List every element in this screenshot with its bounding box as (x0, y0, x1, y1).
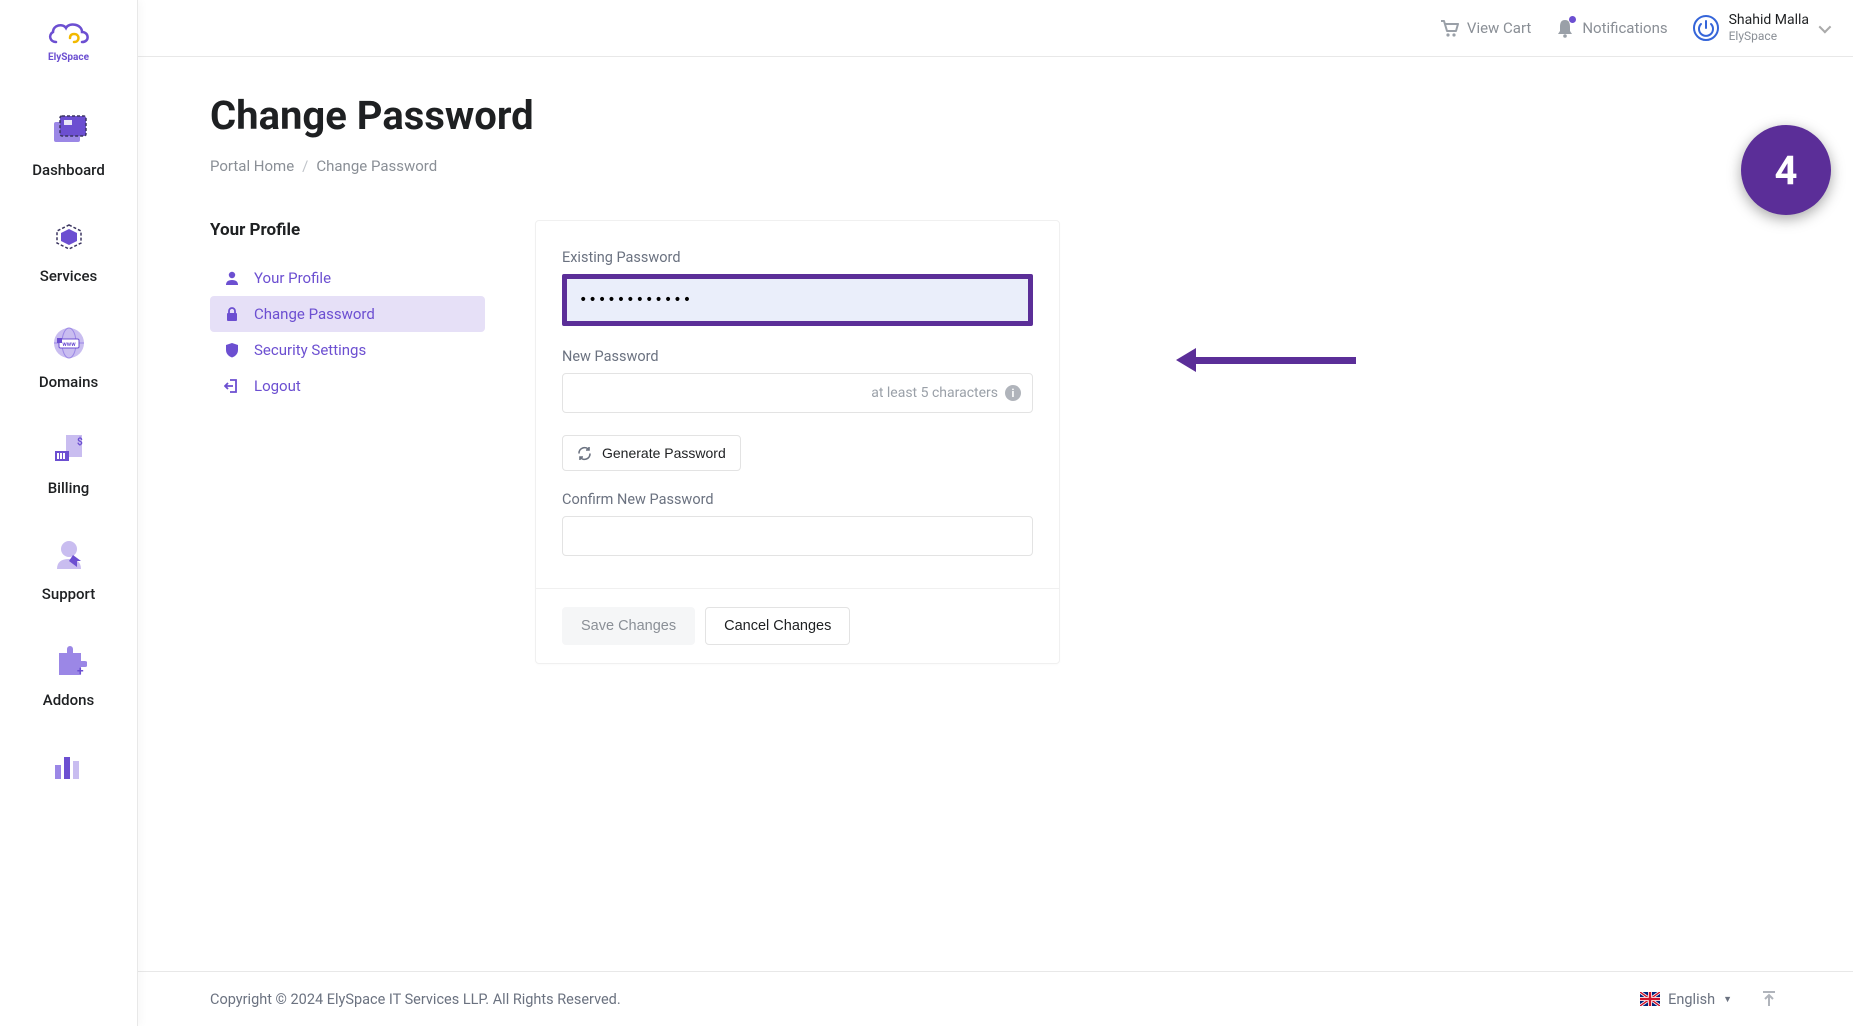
refresh-icon (577, 446, 592, 461)
billing-icon: $ (49, 429, 89, 469)
profile-nav-label: Security Settings (254, 341, 366, 359)
profile-nav-label: Your Profile (254, 269, 331, 287)
stats-icon (49, 747, 89, 787)
brand-logo[interactable]: ElySpace (46, 20, 92, 63)
brand-name: ElySpace (48, 52, 89, 63)
language-label: English (1668, 991, 1715, 1008)
language-selector[interactable]: English ▼ (1640, 991, 1732, 1008)
new-password-label: New Password (562, 348, 1033, 365)
sidebar-item-more[interactable] (0, 729, 137, 797)
sidebar: ElySpace Dashboard Services www Domains … (0, 0, 138, 1026)
dashboard-icon (49, 111, 89, 151)
footer-copyright: Copyright © 2024 ElySpace IT Services LL… (210, 991, 621, 1008)
existing-password-label: Existing Password (562, 249, 1033, 266)
generate-password-button[interactable]: Generate Password (562, 435, 741, 471)
scroll-to-top-button[interactable] (1757, 987, 1781, 1011)
cloud-logo-icon (46, 20, 92, 50)
lock-icon (224, 306, 240, 322)
sidebar-item-services[interactable]: Services (0, 199, 137, 305)
breadcrumb-current: Change Password (316, 157, 437, 175)
breadcrumb-home[interactable]: Portal Home (210, 157, 294, 175)
topbar: View Cart Notifications Shahid Malla Ely… (138, 0, 1853, 57)
sidebar-item-billing[interactable]: $ Billing (0, 411, 137, 517)
domains-icon: www (49, 323, 89, 363)
chevron-down-icon (1819, 20, 1832, 33)
annotation-step-number: 4 (1775, 147, 1798, 194)
view-cart-label: View Cart (1467, 19, 1531, 37)
profile-nav-label: Change Password (254, 305, 375, 323)
profile-nav-logout[interactable]: Logout (210, 368, 485, 404)
sidebar-label: Addons (43, 691, 94, 709)
view-cart-link[interactable]: View Cart (1439, 19, 1531, 37)
sidebar-label: Support (42, 585, 95, 603)
sidebar-label: Services (40, 267, 97, 285)
save-button[interactable]: Save Changes (562, 607, 695, 645)
profile-side-panel: Your Profile Your Profile Change Passwor… (210, 220, 485, 664)
logout-icon (224, 378, 240, 394)
cancel-button[interactable]: Cancel Changes (705, 607, 850, 645)
info-icon[interactable]: i (1005, 385, 1021, 401)
flag-uk-icon (1640, 992, 1660, 1006)
arrow-up-icon (1760, 990, 1778, 1008)
profile-nav-security-settings[interactable]: Security Settings (210, 332, 485, 368)
bell-icon (1556, 18, 1574, 38)
addons-icon: + (49, 641, 89, 681)
profile-nav-change-password[interactable]: Change Password (210, 296, 485, 332)
account-name: Shahid Malla (1729, 12, 1809, 29)
confirm-password-wrap (562, 516, 1033, 556)
power-icon (1693, 15, 1719, 41)
svg-text:+: + (77, 664, 84, 678)
content-area: Change Password Portal Home / Change Pas… (138, 57, 1853, 971)
footer: Copyright © 2024 ElySpace IT Services LL… (138, 971, 1853, 1026)
person-icon (224, 270, 240, 286)
support-icon (49, 535, 89, 575)
account-company: ElySpace (1729, 29, 1809, 43)
confirm-password-label: Confirm New Password (562, 491, 1033, 508)
profile-nav-your-profile[interactable]: Your Profile (210, 260, 485, 296)
account-menu[interactable]: Shahid Malla ElySpace (1693, 12, 1828, 43)
profile-nav-label: Logout (254, 377, 301, 395)
confirm-password-input[interactable] (562, 516, 1033, 556)
profile-nav-header: Your Profile (210, 220, 485, 240)
notifications-label: Notifications (1582, 19, 1667, 37)
sidebar-item-addons[interactable]: + Addons (0, 623, 137, 729)
cart-icon (1439, 19, 1459, 37)
sidebar-item-support[interactable]: Support (0, 517, 137, 623)
sidebar-item-dashboard[interactable]: Dashboard (0, 93, 137, 199)
services-icon (49, 217, 89, 257)
existing-password-input[interactable] (567, 279, 1028, 321)
notifications-link[interactable]: Notifications (1556, 18, 1667, 38)
sidebar-item-domains[interactable]: www Domains (0, 305, 137, 411)
shield-icon (224, 342, 240, 358)
svg-text:www: www (62, 341, 76, 348)
sidebar-label: Domains (39, 373, 98, 391)
sidebar-label: Dashboard (32, 161, 105, 179)
existing-password-wrap (562, 274, 1033, 326)
new-password-hint: at least 5 characters (871, 385, 998, 401)
breadcrumb: Portal Home / Change Password (210, 157, 1781, 175)
new-password-wrap: at least 5 characters i (562, 373, 1033, 413)
generate-password-label: Generate Password (602, 445, 726, 461)
page-title: Change Password (210, 92, 1781, 139)
sidebar-label: Billing (48, 479, 90, 497)
annotation-step-badge: 4 (1741, 125, 1831, 215)
svg-text:$: $ (77, 435, 83, 448)
change-password-card: Existing Password New Password at least … (535, 220, 1060, 664)
breadcrumb-separator: / (302, 157, 308, 175)
